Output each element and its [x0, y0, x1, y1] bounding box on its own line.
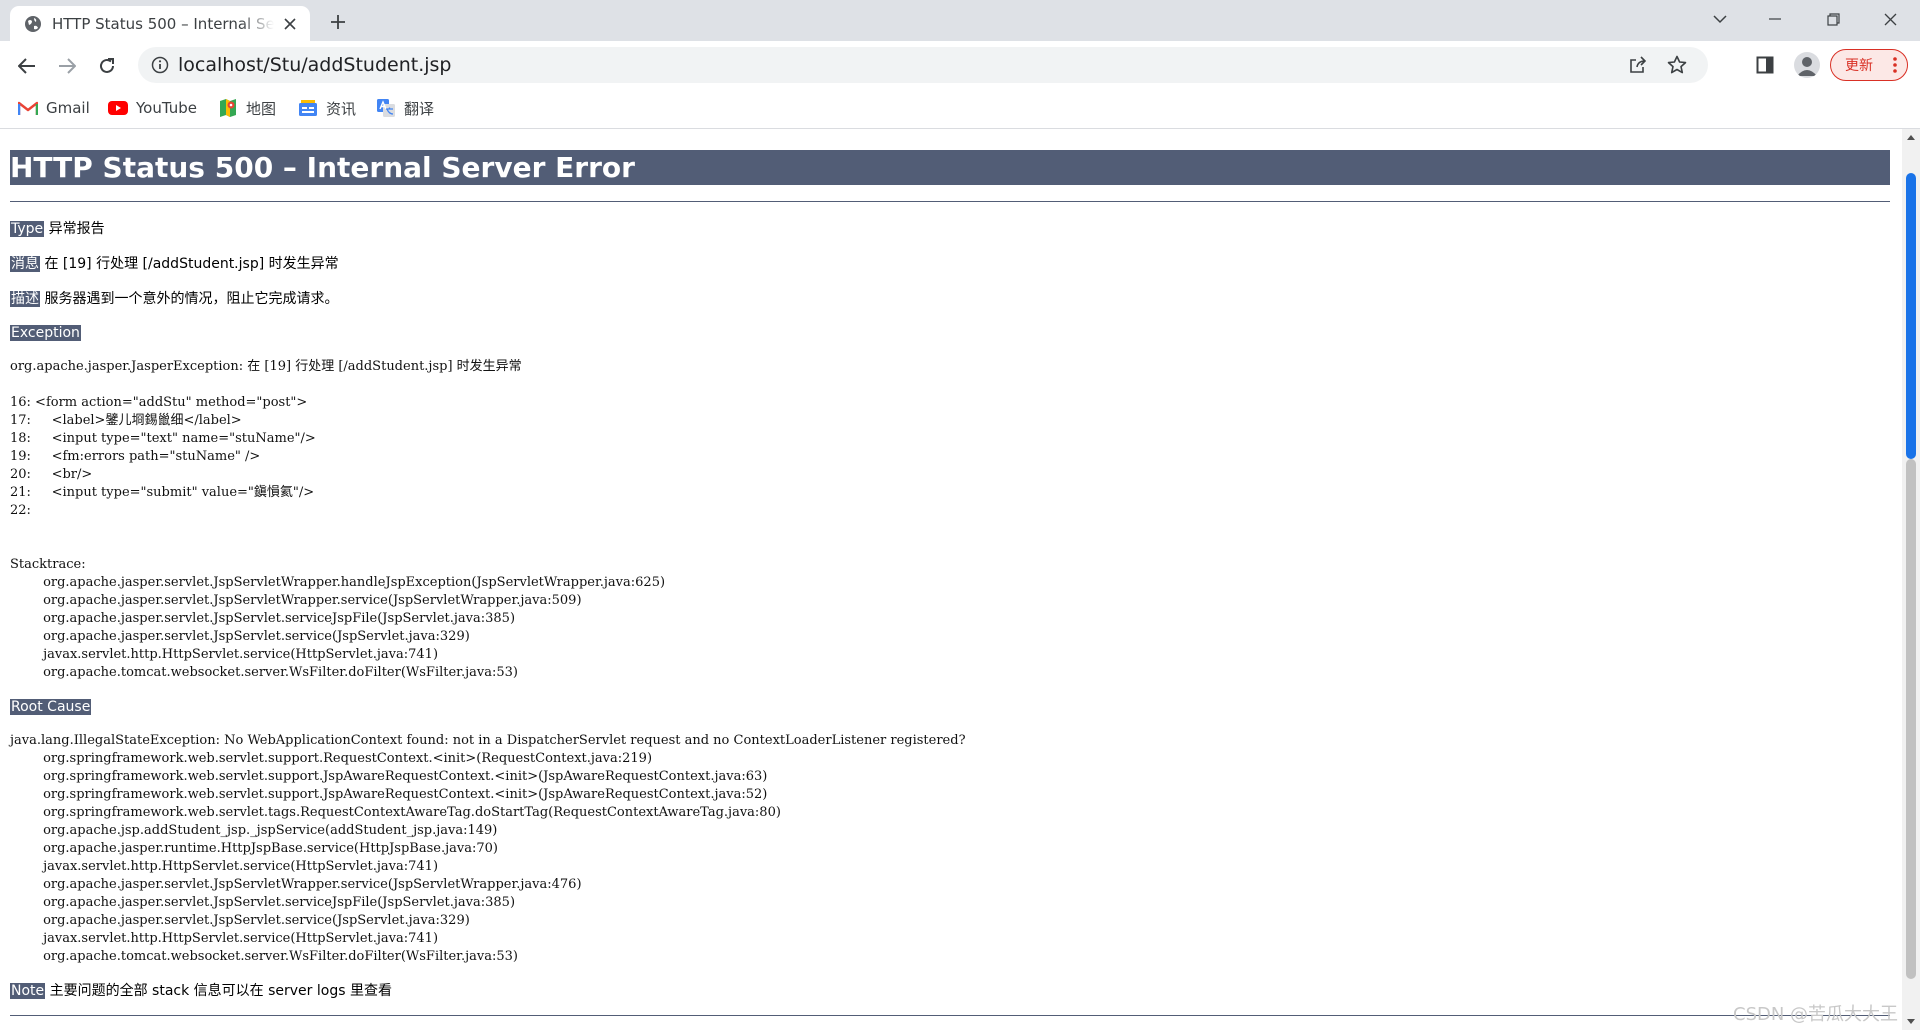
- forward-arrow-icon[interactable]: [51, 50, 83, 82]
- side-panel-icon[interactable]: [1750, 50, 1780, 80]
- description-row: 描述 服务器遇到一个意外的情况，阻止它完成请求。: [10, 290, 338, 308]
- url-path: /Stu/addStudent.jsp: [263, 54, 452, 76]
- root-cause-heading: Root Cause: [10, 698, 92, 716]
- bookmark-star-icon[interactable]: [1665, 53, 1689, 77]
- description-value: 服务器遇到一个意外的情况，阻止它完成请求。: [44, 291, 339, 307]
- scrollbar-thumb[interactable]: [1906, 173, 1916, 459]
- scrollbar-track[interactable]: [1906, 459, 1916, 979]
- update-button[interactable]: 更新: [1830, 49, 1908, 81]
- bookmark-gmail[interactable]: Gmail: [18, 97, 90, 119]
- site-info-icon[interactable]: [150, 55, 170, 75]
- restore-window-icon[interactable]: [1803, 0, 1863, 38]
- note-row: Note 主要问题的全部 stack 信息可以在 server logs 里查看: [10, 982, 392, 1000]
- root-cause-label: Root Cause: [10, 699, 92, 715]
- type-value: 异常报告: [48, 221, 105, 237]
- type-label: Type: [10, 221, 45, 237]
- tab-strip: HTTP Status 500 – Internal Server Error: [0, 0, 1920, 41]
- exception-heading: Exception: [10, 324, 81, 342]
- exception-stacktrace: org.apache.jasper.JasperException: 在 [19…: [10, 359, 666, 680]
- tab-search-chevron-icon[interactable]: [1690, 0, 1750, 38]
- message-value: 在 [19] 行处理 [/addStudent.jsp] 时发生异常: [44, 256, 339, 272]
- tab-title: HTTP Status 500 – Internal Server Error: [52, 14, 274, 33]
- translate-icon: [376, 99, 396, 117]
- gmail-icon: [18, 99, 38, 117]
- globe-icon: [24, 15, 42, 33]
- update-label: 更新: [1845, 58, 1873, 74]
- divider-bottom: [10, 1015, 1890, 1016]
- share-icon[interactable]: [1626, 53, 1650, 77]
- minimize-window-icon[interactable]: [1745, 0, 1805, 38]
- bookmark-maps[interactable]: 地图: [218, 97, 276, 119]
- back-arrow-icon[interactable]: [11, 50, 43, 82]
- url-host: localhost: [178, 54, 264, 76]
- news-icon: [298, 99, 318, 117]
- bookmarks-bar: Gmail YouTube 地图 资讯 翻译: [0, 89, 1920, 129]
- reload-icon[interactable]: [91, 50, 123, 82]
- message-label: 消息: [10, 256, 40, 272]
- csdn-watermark: CSDN @苦瓜大大王: [1733, 1004, 1899, 1025]
- type-row: Type 异常报告: [10, 220, 105, 238]
- page-viewport: HTTP Status 500 – Internal Server Error …: [0, 129, 1902, 1030]
- browser-tab-active[interactable]: HTTP Status 500 – Internal Server Error: [10, 6, 310, 41]
- scroll-down-arrow-icon[interactable]: [1902, 1013, 1920, 1030]
- scroll-up-arrow-icon[interactable]: [1902, 129, 1920, 146]
- address-url[interactable]: localhost/Stu/addStudent.jsp: [178, 54, 452, 76]
- page-scrollbar[interactable]: [1902, 129, 1920, 1030]
- youtube-icon: [108, 99, 128, 117]
- note-value: 主要问题的全部 stack 信息可以在 server logs 里查看: [49, 983, 392, 999]
- exception-label: Exception: [10, 325, 81, 341]
- message-row: 消息 在 [19] 行处理 [/addStudent.jsp] 时发生异常: [10, 255, 339, 273]
- bookmark-youtube[interactable]: YouTube: [108, 97, 197, 119]
- close-window-icon[interactable]: [1860, 0, 1920, 38]
- browser-toolbar: localhost/Stu/addStudent.jsp 更新: [0, 41, 1920, 89]
- root-cause-stacktrace: java.lang.IllegalStateException: No WebA…: [10, 733, 966, 964]
- maps-icon: [218, 99, 238, 117]
- bookmark-news[interactable]: 资讯: [298, 97, 356, 119]
- more-menu-icon[interactable]: [1893, 56, 1897, 74]
- close-tab-icon[interactable]: [280, 14, 300, 34]
- bookmark-translate[interactable]: 翻译: [376, 97, 434, 119]
- divider: [10, 201, 1890, 202]
- note-label: Note: [10, 983, 46, 999]
- page-title: HTTP Status 500 – Internal Server Error: [10, 150, 1890, 185]
- description-label: 描述: [10, 291, 40, 307]
- address-bar[interactable]: localhost/Stu/addStudent.jsp: [138, 47, 1708, 83]
- new-tab-icon[interactable]: [325, 9, 351, 35]
- profile-avatar-icon[interactable]: [1794, 52, 1820, 78]
